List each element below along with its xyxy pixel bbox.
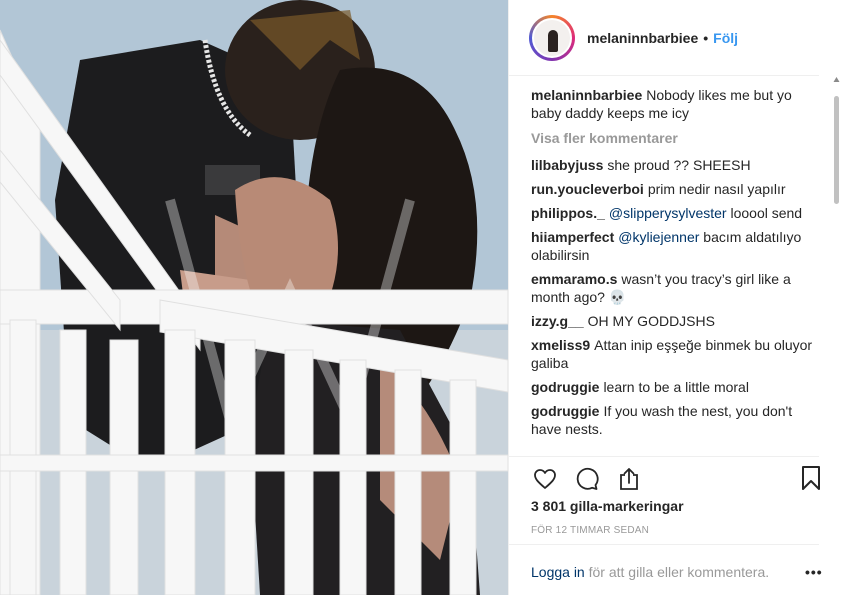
action-bar (531, 464, 643, 494)
caption: melaninnbarbiee Nobody likes me but yo ba… (531, 86, 821, 122)
comment-text: learn to be a little moral (603, 379, 749, 395)
comment-text: looool send (730, 205, 803, 221)
comment-item: xmeliss9 Attan inip eşşeğe binmek bu oluy… (531, 336, 821, 372)
comment-item: philippos._ @slipperysylvester looool sen… (531, 204, 821, 222)
comment-item: lilbabyjuss she proud ?? SHEESH (531, 156, 821, 174)
comment-item: hiiamperfect @kyliejenner bacım aldatılıy… (531, 228, 821, 264)
header-username[interactable]: melaninnbarbiee (587, 30, 698, 46)
comment-mention[interactable]: @slipperysylvester (609, 205, 727, 221)
follow-button[interactable]: Följ (713, 30, 738, 46)
photo-illustration (0, 0, 508, 595)
comment-item: izzy.g__ OH MY GODDJSHS (531, 312, 821, 330)
comment-username[interactable]: godruggie (531, 403, 599, 419)
comment-item: godruggie If you wash the nest, you don't… (531, 402, 821, 438)
comment-username[interactable]: godruggie (531, 379, 599, 395)
comment-mention[interactable]: @kyliejenner (618, 229, 699, 245)
login-link[interactable]: Logga in (531, 564, 585, 580)
login-prompt-text: för att gilla eller kommentera. (584, 564, 770, 580)
comments-scrollbar-thumb[interactable] (834, 96, 839, 204)
comment-text: OH MY GODDJSHS (587, 313, 715, 329)
share-upload-icon (620, 468, 638, 490)
actions-divider (509, 456, 819, 457)
login-prompt: Logga in för att gilla eller kommentera. (531, 564, 769, 580)
comment-username[interactable]: emmaramo.s (531, 271, 617, 287)
comment-username[interactable]: lilbabyjuss (531, 157, 603, 173)
avatar[interactable] (532, 17, 572, 58)
post-photo[interactable] (0, 0, 508, 595)
more-options-icon[interactable]: ••• (805, 564, 823, 580)
comment-username[interactable]: izzy.g__ (531, 313, 584, 329)
share-button[interactable] (615, 465, 643, 493)
caption-username[interactable]: melaninnbarbiee (531, 87, 642, 103)
story-ring[interactable] (529, 14, 575, 61)
scroll-up-arrow-icon[interactable] (833, 76, 840, 84)
comment-item: godruggie learn to be a little moral (531, 378, 821, 396)
post-header: melaninnbarbiee • Följ (509, 0, 819, 76)
post-sidebar: melaninnbarbiee • Följ melaninnbarbiee No… (508, 0, 842, 595)
comment-username[interactable]: run.youcleverboi (531, 181, 644, 197)
avatar-figure (548, 29, 558, 52)
comment-username[interactable]: hiiamperfect (531, 229, 614, 245)
like-button[interactable] (531, 465, 559, 493)
comment-username[interactable]: philippos._ (531, 205, 605, 221)
comment-text: she proud ?? SHEESH (607, 157, 751, 173)
comment-text: prim nedir nasıl yapılır (647, 181, 786, 197)
comment-bubble-icon (576, 467, 599, 490)
heart-icon (534, 469, 556, 489)
likes-count[interactable]: 3 801 gilla-markeringar (531, 498, 684, 514)
post-timestamp[interactable]: FÖR 12 TIMMAR SEDAN (531, 525, 649, 536)
bookmark-icon[interactable] (797, 464, 825, 492)
header-separator: • (703, 29, 709, 46)
comment-button[interactable] (573, 465, 601, 493)
view-more-comments-button[interactable]: Visa fler kommentarer (531, 130, 821, 146)
comment-item: emmaramo.s wasn’t you tracy’s girl like a… (531, 270, 821, 306)
comment-item: run.youcleverboi prim nedir nasıl yapılır (531, 180, 821, 198)
comments-list: melaninnbarbiee Nobody likes me but yo ba… (531, 86, 821, 456)
comment-username[interactable]: xmeliss9 (531, 337, 590, 353)
